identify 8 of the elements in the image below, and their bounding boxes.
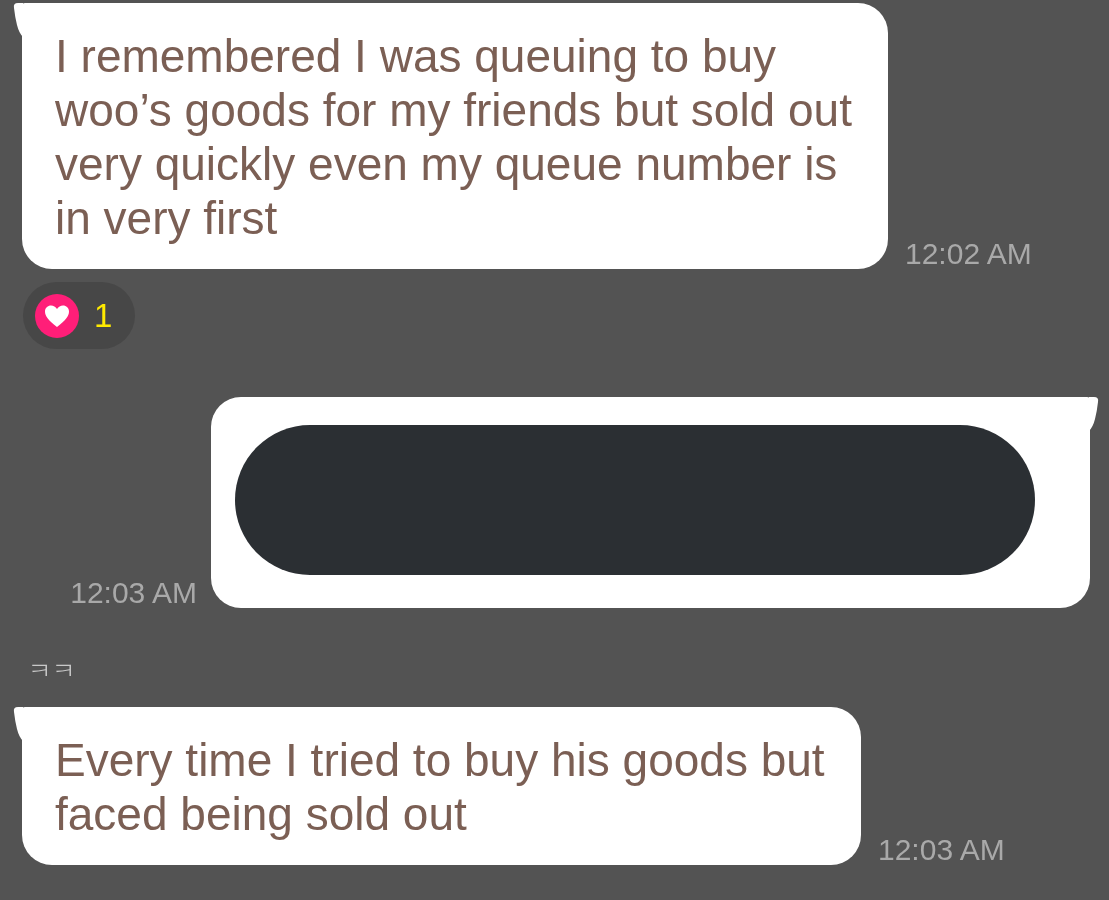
timestamp: 12:03 AM xyxy=(70,578,197,608)
reaction-pill[interactable]: 1 xyxy=(23,282,136,349)
message-text: Every time I tried to buy his goods but faced being sold out xyxy=(55,733,826,841)
timestamp: 12:02 AM xyxy=(905,239,1032,269)
sender-name: ㅋㅋ xyxy=(28,656,76,686)
reaction-count: 1 xyxy=(94,297,113,334)
message-text: I remembered I was queuing to buy woo’s goods for my friends but sold out very quickly even my queue number is in very first xyxy=(55,29,853,245)
timestamp: 12:03 AM xyxy=(878,835,1005,865)
